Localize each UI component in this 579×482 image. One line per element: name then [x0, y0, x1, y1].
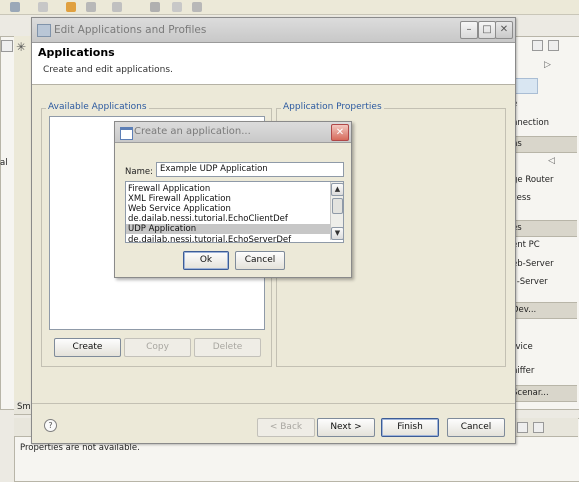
dialog-banner: Applications Create and edit application… [32, 43, 515, 85]
scroll-thumb[interactable] [332, 198, 343, 214]
right-item[interactable]: ge Router [512, 175, 554, 185]
list-item[interactable]: Firewall Application [126, 184, 331, 194]
toolbar-icon[interactable] [86, 2, 96, 12]
back-button[interactable]: < Back [257, 418, 315, 437]
sub-dialog-titlebar[interactable]: Create an application... ✕ [115, 122, 351, 143]
name-field[interactable]: Example UDP Application [156, 162, 344, 177]
window-icon [37, 24, 51, 37]
properties-status: Properties are not available. [20, 443, 140, 453]
view-menu-icon[interactable]: ▷ [544, 60, 551, 70]
sub-dialog-title: Create an application... [134, 126, 251, 137]
left-bottom-tab-label: Sm [17, 402, 31, 412]
scroll-down-icon[interactable]: ▼ [331, 227, 343, 240]
right-section-label: Scenar... [512, 388, 549, 398]
application-properties-label: Application Properties [281, 102, 384, 112]
left-panel-label: al [0, 158, 8, 168]
minimize-icon[interactable] [532, 40, 543, 51]
palette-icon[interactable] [514, 78, 538, 94]
right-item[interactable]: nnection [512, 118, 549, 128]
application-type-list[interactable]: Firewall Application XML Firewall Applic… [125, 181, 344, 243]
perspective-icon[interactable]: ✳ [16, 40, 26, 54]
maximize-icon[interactable]: □ [478, 21, 496, 39]
left-bottom-tab[interactable]: Sm [14, 401, 32, 415]
left-gap [14, 36, 32, 408]
right-item[interactable]: eb-Server [512, 259, 554, 269]
toolbar-icon[interactable] [112, 2, 122, 12]
delete-button[interactable]: Delete [194, 338, 261, 357]
copy-button[interactable]: Copy [124, 338, 191, 357]
right-item[interactable]: ent PC [512, 240, 540, 250]
toolbar-icon[interactable] [172, 2, 182, 12]
dialog-title: Edit Applications and Profiles [54, 24, 207, 36]
create-application-dialog: Create an application... ✕ Name: Example… [114, 121, 352, 278]
next-button[interactable]: Next > [317, 418, 375, 437]
list-item[interactable]: Web Service Application [126, 204, 331, 214]
toolbar-icon[interactable] [66, 2, 76, 12]
ok-button[interactable]: Ok [183, 251, 229, 270]
minimize-icon[interactable] [1, 40, 13, 52]
workbench-toolbar [0, 0, 579, 15]
list-item-selected[interactable]: UDP Application [126, 224, 331, 234]
list-item[interactable]: XML Firewall Application [126, 194, 331, 204]
list-item[interactable]: de.dailab.nessi.tutorial.EchoClientDef [126, 214, 331, 224]
close-icon[interactable]: ✕ [331, 124, 349, 141]
toolbar-icon[interactable] [38, 2, 48, 12]
list-scrollbar[interactable]: ▲ ▼ [330, 182, 343, 240]
minimize-icon[interactable] [517, 422, 528, 433]
maximize-icon[interactable] [548, 40, 559, 51]
toolbar-icon[interactable] [150, 2, 160, 12]
cancel-button[interactable]: Cancel [447, 418, 505, 437]
create-button[interactable]: Create [54, 338, 121, 357]
maximize-icon[interactable] [533, 422, 544, 433]
toolbar-icon[interactable] [10, 2, 20, 12]
toolbar-icon[interactable] [192, 2, 202, 12]
chevron-icon[interactable]: ◁ [548, 156, 555, 166]
banner-title: Applications [38, 46, 115, 59]
right-item[interactable]: il-Server [512, 277, 548, 287]
finish-button[interactable]: Finish [381, 418, 439, 437]
banner-subtitle: Create and edit applications. [43, 65, 173, 75]
available-applications-label: Available Applications [46, 102, 149, 112]
minimize-icon[interactable]: – [460, 21, 478, 39]
divider [32, 403, 515, 404]
window-icon [120, 127, 133, 140]
sub-cancel-button[interactable]: Cancel [235, 251, 285, 270]
dialog-titlebar[interactable]: Edit Applications and Profiles – □ ✕ [32, 18, 515, 43]
list-item[interactable]: de.dailab.nessi.tutorial.EchoServerDef [126, 235, 331, 242]
help-icon[interactable]: ? [44, 419, 57, 432]
close-icon[interactable]: ✕ [495, 21, 513, 39]
scroll-up-icon[interactable]: ▲ [331, 183, 343, 196]
name-label: Name: [125, 167, 153, 177]
left-panel [0, 36, 15, 410]
